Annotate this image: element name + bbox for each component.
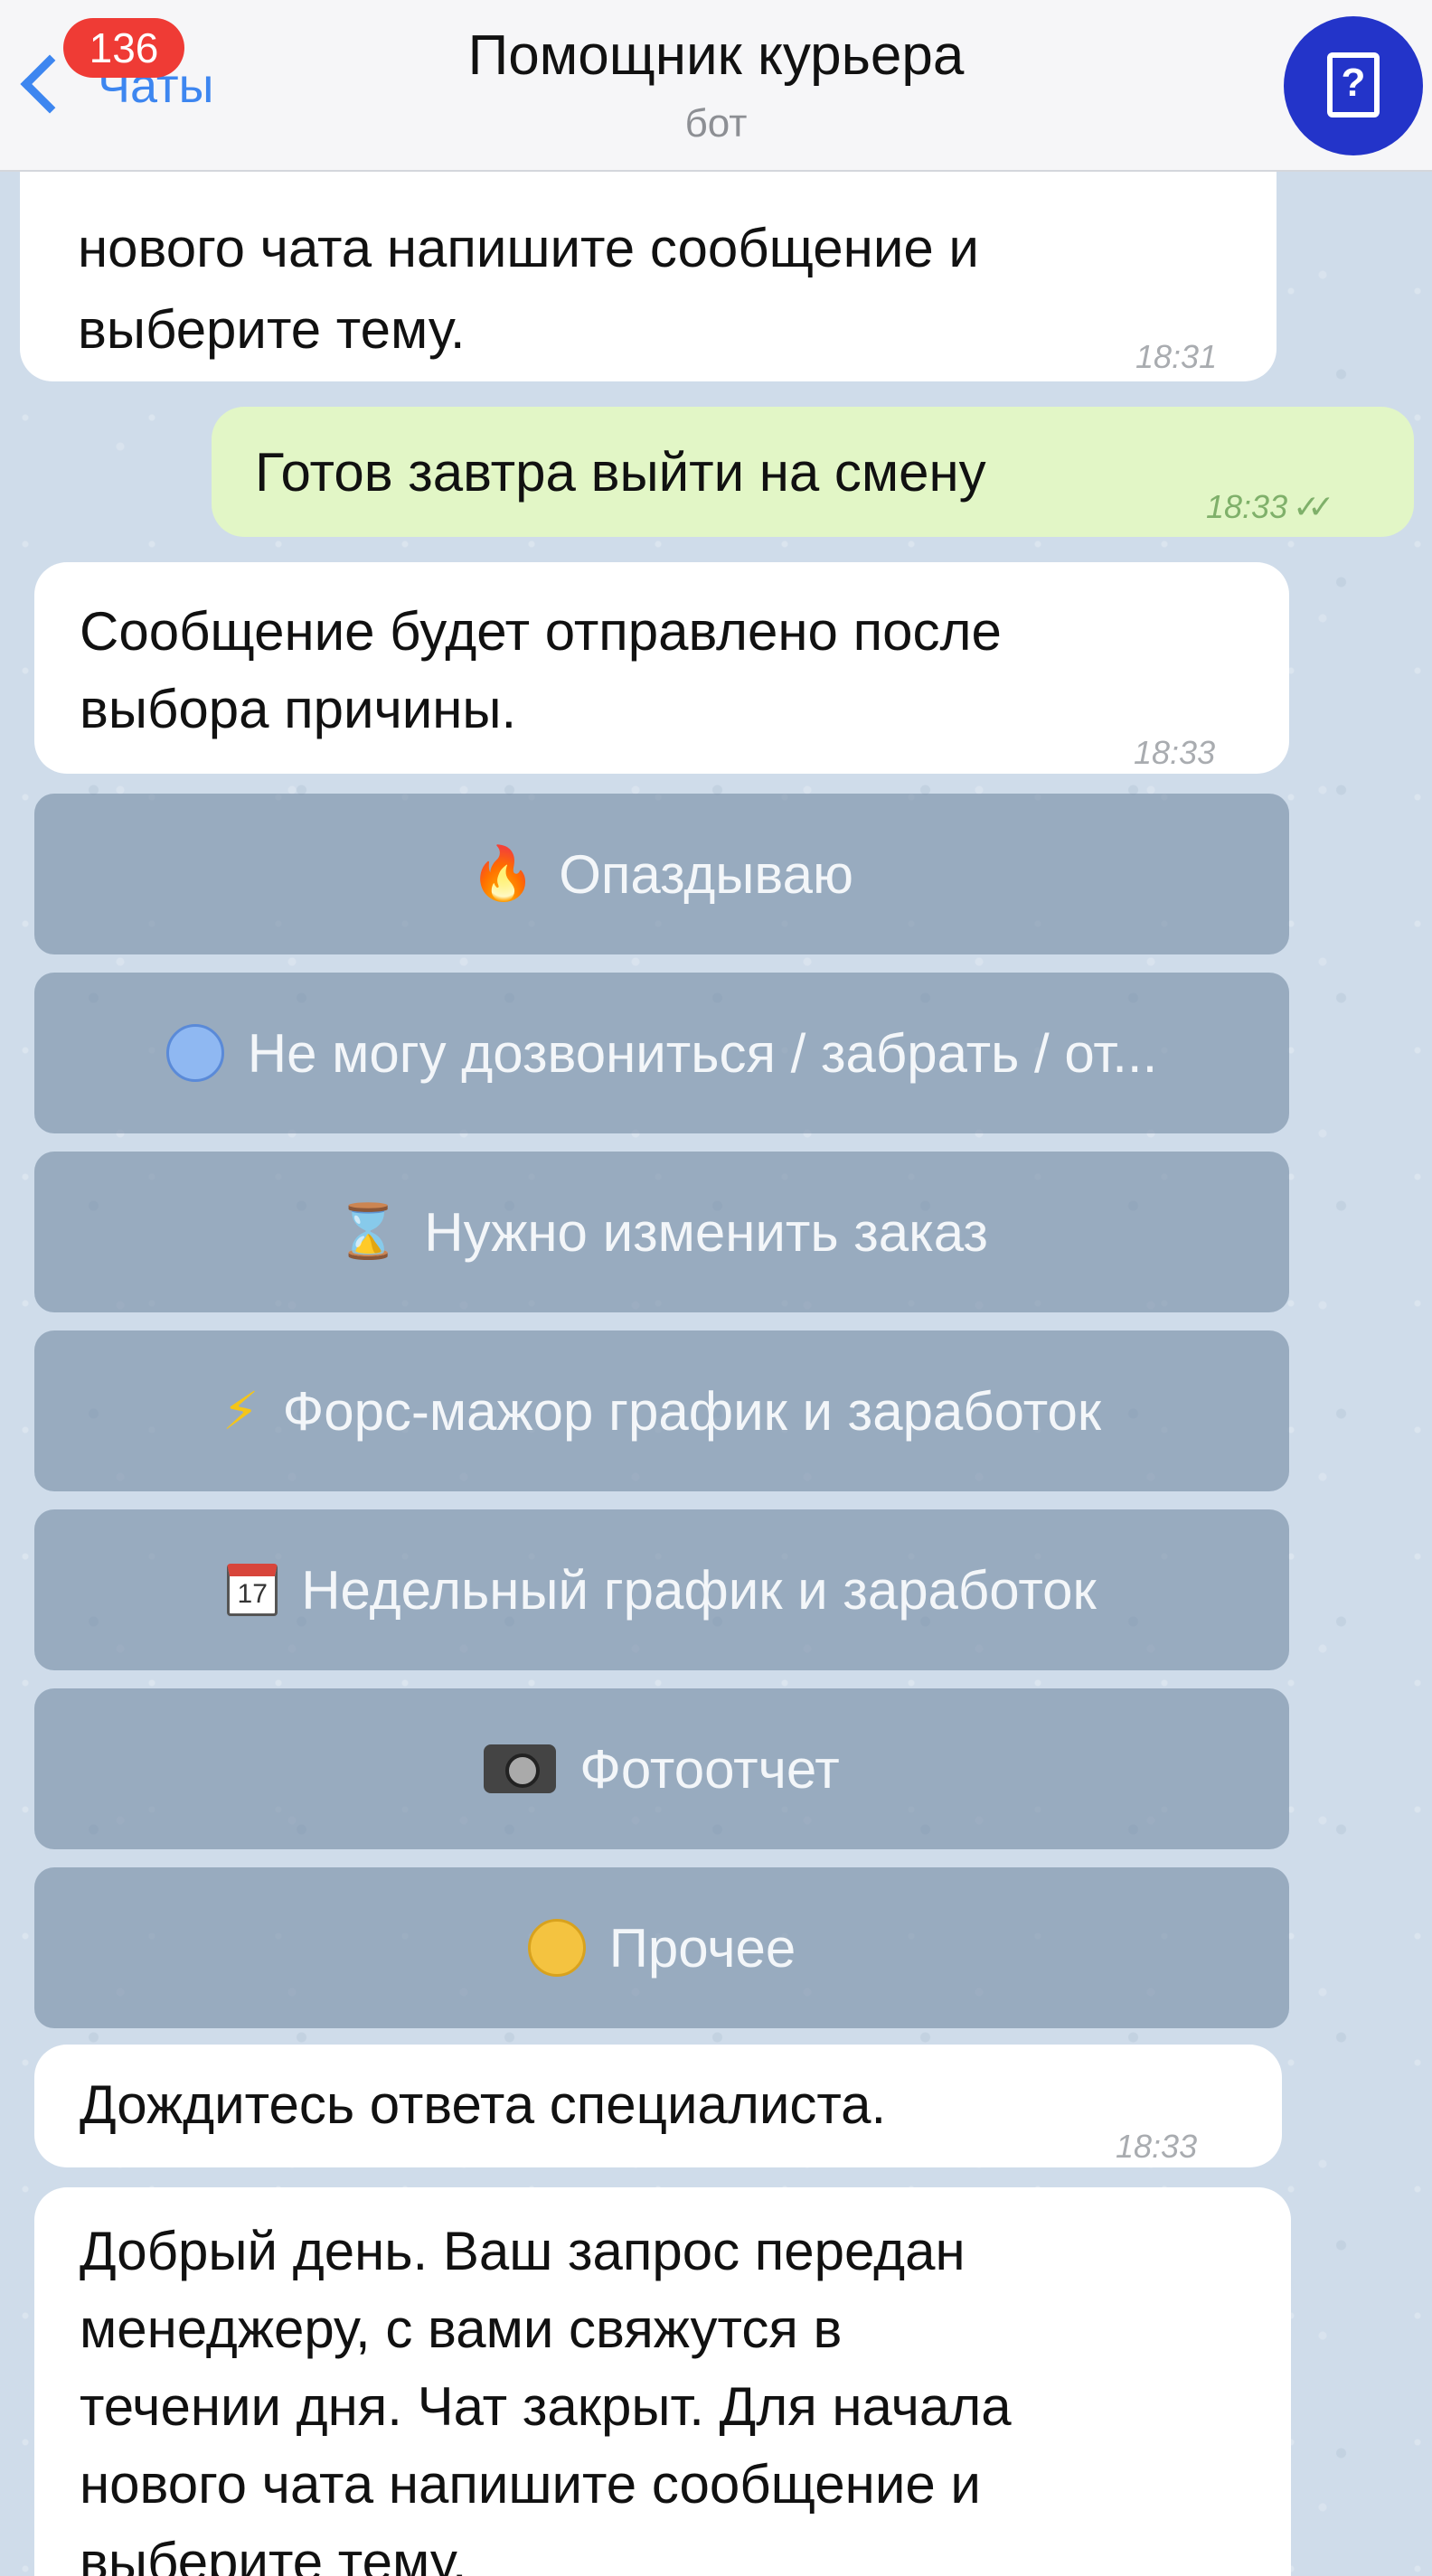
message-text-line: выберите тему. xyxy=(80,2532,467,2576)
message-text-line: выберите тему. xyxy=(78,299,466,360)
message-incoming[interactable]: Сообщение будет отправлено после выбора … xyxy=(34,562,1289,774)
keyboard-button-weekly-schedule[interactable]: 17 Недельный график и заработок xyxy=(34,1509,1289,1670)
message-text-line: нового чата напишите сообщение и xyxy=(80,2454,981,2515)
sleepy-face-icon xyxy=(527,1919,586,1977)
chat-header: Чаты 136 Помощник курьера бот ? xyxy=(0,0,1432,172)
keyboard-button-label: Форс-мажор график и заработок xyxy=(282,1380,1102,1442)
keyboard-button-other[interactable]: Прочее xyxy=(34,1867,1289,2028)
keyboard-button-cant-reach[interactable]: Не могу дозвониться / забрать / от... xyxy=(34,973,1289,1133)
camera-flash-icon xyxy=(484,1744,557,1793)
message-text-line: нового чата напишите сообщение и xyxy=(78,218,979,278)
message-outgoing[interactable]: Готов завтра выйти на смену 18:33 ✓✓ xyxy=(212,407,1414,537)
keyboard-button-late[interactable]: 🔥 Опаздываю xyxy=(34,794,1289,954)
keyboard-button-label: Недельный график и заработок xyxy=(301,1559,1097,1621)
calendar-icon: 17 xyxy=(227,1564,278,1616)
message-incoming[interactable]: Добрый день. Ваш запрос передан менеджер… xyxy=(34,2187,1291,2576)
bot-avatar[interactable]: ? xyxy=(1284,16,1423,155)
cold-face-icon xyxy=(165,1024,224,1082)
message-incoming[interactable]: Дождитесь ответа специалиста. 18:33 xyxy=(34,2045,1282,2167)
keyboard-button-label: Нужно изменить заказ xyxy=(424,1201,988,1263)
read-check-icon: ✓✓ xyxy=(1293,488,1334,525)
message-text-line: Готов завтра выйти на смену xyxy=(255,442,986,503)
chat-title[interactable]: Помощник курьера xyxy=(0,24,1432,88)
keyboard-button-change-order[interactable]: ⌛ Нужно изменить заказ xyxy=(34,1152,1289,1312)
fire-icon: 🔥 xyxy=(470,844,536,903)
keyboard-button-label: Опаздываю xyxy=(559,843,853,905)
message-text-line: менеджеру, с вами свяжутся в xyxy=(80,2299,843,2359)
message-text-line: течении дня. Чат закрыт. Для начала xyxy=(80,2376,1012,2437)
chat-subtitle: бот xyxy=(684,101,748,146)
keyboard-button-label: Прочее xyxy=(608,1917,796,1979)
message-incoming[interactable]: нового чата напишите сообщение и выберит… xyxy=(20,136,1277,381)
hourglass-icon: ⌛ xyxy=(335,1202,401,1261)
message-text-line: Сообщение будет отправлено после xyxy=(80,601,1002,662)
message-text-line: выбора причины. xyxy=(80,679,517,739)
keyboard-button-label: Фотоотчет xyxy=(579,1738,840,1800)
message-time: 18:31 xyxy=(1135,338,1218,375)
message-text-line: Дождитесь ответа специалиста. xyxy=(80,2074,887,2135)
message-time: 18:33 xyxy=(1116,2128,1198,2165)
message-time: 18:33 ✓✓ xyxy=(1206,488,1335,525)
keyboard-button-force-majeure[interactable]: ⚡ Форс-мажор график и заработок xyxy=(34,1330,1289,1491)
message-text-line: Добрый день. Ваш запрос передан xyxy=(80,2221,966,2281)
message-time: 18:33 xyxy=(1134,734,1216,771)
keyboard-button-photo-report[interactable]: Фотоотчет xyxy=(34,1688,1289,1849)
keyboard-button-label: Не могу дозвониться / забрать / от... xyxy=(247,1022,1158,1084)
book-question-icon: ? xyxy=(1327,52,1380,118)
lightning-icon: ⚡ xyxy=(221,1382,259,1441)
